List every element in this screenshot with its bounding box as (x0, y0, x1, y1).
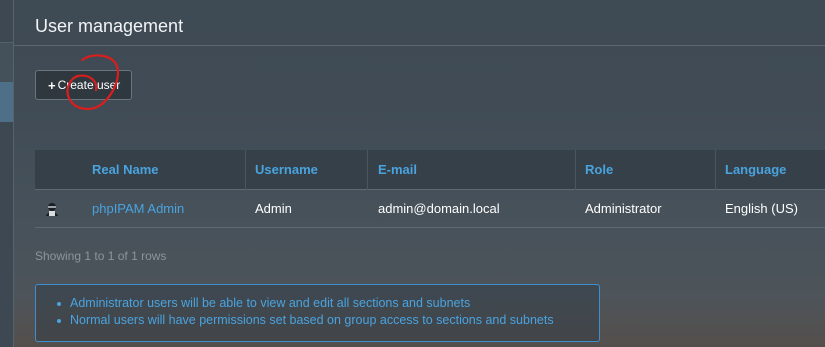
user-avatar-icon (46, 203, 58, 216)
page-title: User management (35, 16, 184, 36)
nav-item-active[interactable] (0, 82, 13, 122)
info-item: Normal users will have permissions set b… (57, 312, 587, 329)
plus-icon: + (48, 77, 56, 93)
table-header: Real Name Username E-mail Role Language (35, 150, 825, 190)
nav-item[interactable] (0, 0, 13, 42)
nav-filler (0, 122, 13, 347)
info-item: Administrator users will be able to view… (57, 295, 587, 312)
column-header-username[interactable]: Username (255, 162, 318, 177)
column-divider (367, 150, 368, 190)
column-header-language[interactable]: Language (725, 162, 786, 177)
table-row: phpIPAM Admin Admin admin@domain.local A… (35, 190, 825, 228)
user-language: English (US) (725, 201, 798, 216)
info-alert: Administrator users will be able to view… (35, 284, 600, 342)
column-header-email[interactable]: E-mail (378, 162, 417, 177)
column-divider (245, 150, 246, 190)
user-real-name-link[interactable]: phpIPAM Admin (92, 201, 184, 216)
column-header-real-name[interactable]: Real Name (92, 162, 158, 177)
user-email: admin@domain.local (378, 201, 500, 216)
pagination-summary: Showing 1 to 1 of 1 rows (35, 249, 167, 263)
users-table: Real Name Username E-mail Role Language … (35, 150, 825, 228)
create-user-label: Create user (57, 78, 121, 92)
column-divider (715, 150, 716, 190)
nav-item[interactable] (0, 42, 13, 82)
divider (14, 45, 825, 46)
user-username: Admin (255, 201, 292, 216)
column-divider (575, 150, 576, 190)
user-role: Administrator (585, 201, 662, 216)
column-header-role[interactable]: Role (585, 162, 613, 177)
create-user-button[interactable]: + Create user (35, 70, 132, 100)
left-nav (0, 0, 14, 347)
